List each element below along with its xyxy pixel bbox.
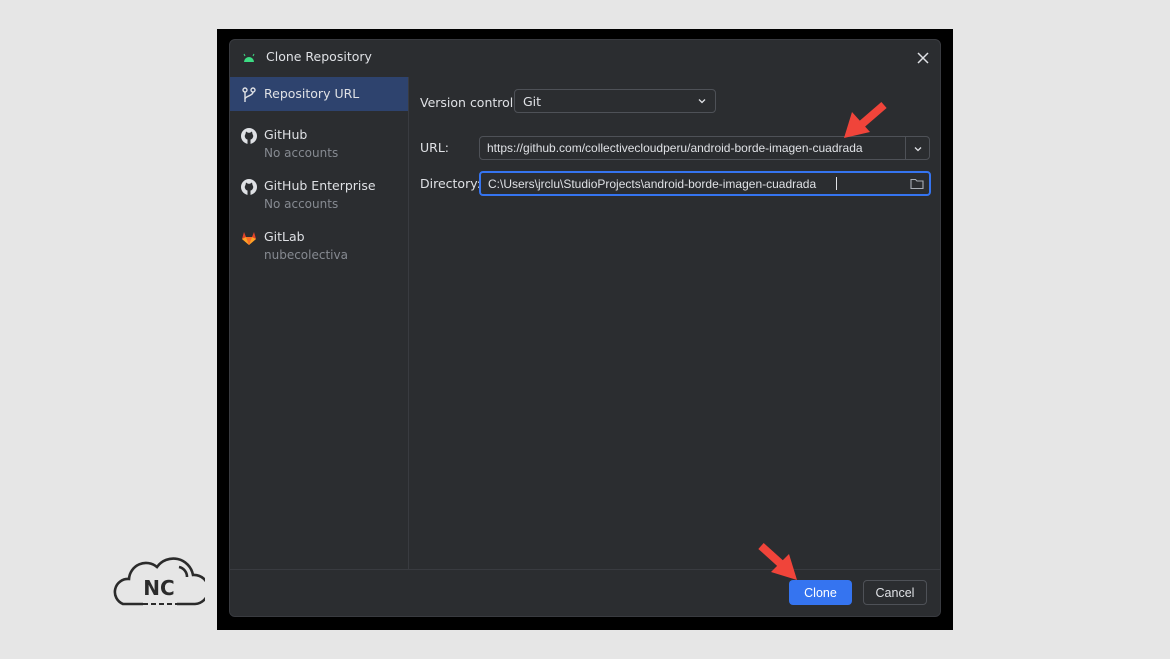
logo-text: NC bbox=[143, 576, 174, 600]
directory-input[interactable] bbox=[481, 173, 901, 194]
sidebar-item-github[interactable]: GitHub No accounts bbox=[230, 118, 408, 168]
url-label: URL: bbox=[420, 140, 450, 155]
version-control-value: Git bbox=[523, 94, 542, 109]
sidebar-item-github-enterprise[interactable]: GitHub Enterprise No accounts bbox=[230, 169, 408, 219]
sidebar-item-gitlab[interactable]: GitLab nubecolectiva bbox=[230, 220, 408, 270]
title-bar: Clone Repository bbox=[230, 40, 940, 76]
clone-button[interactable]: Clone bbox=[789, 580, 852, 605]
git-branch-icon bbox=[242, 87, 256, 102]
chevron-down-icon bbox=[914, 147, 922, 152]
dialog-title: Clone Repository bbox=[266, 49, 372, 64]
sidebar-item-repository-url[interactable]: Repository URL bbox=[230, 77, 408, 111]
text-caret bbox=[836, 177, 837, 190]
sidebar-item-label: GitLab bbox=[264, 229, 305, 244]
sidebar-item-status: No accounts bbox=[264, 146, 339, 160]
directory-label: Directory: bbox=[420, 176, 481, 191]
directory-field[interactable] bbox=[479, 171, 931, 196]
dialog-footer: Clone Cancel bbox=[230, 569, 940, 616]
sidebar-item-status: No accounts bbox=[264, 197, 339, 211]
sidebar-item-account: nubecolectiva bbox=[264, 248, 348, 262]
github-icon bbox=[241, 179, 257, 195]
gitlab-icon bbox=[242, 232, 256, 245]
annotation-arrow bbox=[758, 543, 797, 580]
sidebar-item-label: GitHub bbox=[264, 127, 308, 142]
url-history-dropdown[interactable] bbox=[905, 136, 930, 160]
chevron-down-icon bbox=[698, 99, 706, 104]
android-icon bbox=[243, 53, 255, 62]
sidebar-item-label: Repository URL bbox=[264, 86, 360, 101]
nc-logo: NC bbox=[113, 557, 205, 606]
clone-repository-dialog: Clone Repository Repository URL GitHub N… bbox=[229, 39, 941, 617]
sidebar-item-label: GitHub Enterprise bbox=[264, 178, 376, 193]
sidebar: Repository URL GitHub No accounts GitHub… bbox=[230, 77, 409, 570]
close-icon[interactable] bbox=[914, 49, 932, 67]
cancel-button[interactable]: Cancel bbox=[863, 580, 927, 605]
version-control-select[interactable]: Git bbox=[514, 89, 716, 113]
github-icon bbox=[241, 128, 257, 144]
version-control-label: Version control: bbox=[420, 95, 518, 110]
annotation-arrow bbox=[844, 101, 887, 138]
folder-icon[interactable] bbox=[910, 177, 924, 190]
